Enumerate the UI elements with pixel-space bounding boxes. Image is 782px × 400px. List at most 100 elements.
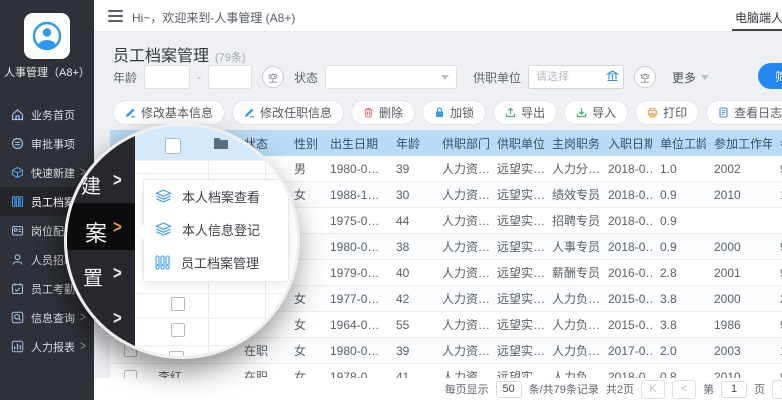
age-empty-button[interactable]: 空 (262, 66, 284, 88)
home-icon (11, 108, 24, 121)
cell-department: 人力资… (434, 290, 489, 307)
per-page-input[interactable]: 50 (496, 381, 522, 398)
magnified-gridline (135, 173, 300, 174)
submenu-item-label: 本人信息登记 (182, 220, 260, 239)
app-logo[interactable] (24, 13, 70, 59)
cell-unit: 远望实… (489, 212, 544, 229)
cell-department: 人力资… (434, 186, 489, 203)
magnified-row-checkbox[interactable] (171, 323, 185, 337)
cell-hire-date: 2018-0… (600, 188, 652, 202)
submenu-item-view-own-archive[interactable]: 本人档案查看 (144, 180, 288, 213)
edit-basic-info-button[interactable]: 修改基本信息 (113, 100, 225, 125)
cell-job: 人力负… (544, 290, 600, 307)
app-window: 人事管理（A8+） 业务首页 审批事项 快速新建 > 员工档案 岗位配置 (0, 0, 782, 400)
edit-job-info-button[interactable]: 修改任职信息 (232, 100, 344, 125)
magnified-gridline (135, 345, 300, 346)
col-job[interactable]: 主岗职务 (544, 135, 600, 152)
cell-age: 39 (388, 344, 434, 358)
building-icon[interactable] (606, 70, 619, 86)
filter-submit-button[interactable]: 筛选 (758, 63, 782, 89)
page-number-input[interactable]: 1 (721, 381, 747, 398)
cell-work-extra: 9 (772, 318, 782, 332)
magnified-gridline (135, 160, 300, 161)
submenu-item-self-info-register[interactable]: 本人信息登记 (144, 213, 288, 246)
export-icon (505, 107, 516, 118)
cell-department: 人力资… (434, 316, 489, 333)
range-dash: - (197, 70, 201, 84)
cell-job: 薪酬专员 (544, 264, 600, 281)
col-age[interactable]: 年龄 (388, 135, 434, 152)
col-birth-date[interactable]: 出生日期 (322, 135, 388, 152)
cell-unit: 远望实… (489, 264, 544, 281)
submenu-item-employee-archive-mgmt[interactable]: 员工档案管理 (144, 246, 288, 279)
button-label: 修改基本信息 (141, 104, 213, 121)
cell-age: 44 (388, 214, 434, 228)
cell-hire-date: 2015-0… (600, 318, 652, 332)
cell-hire-date: 2018-0… (600, 162, 652, 176)
cell-birth-date: 1988-1… (322, 188, 388, 202)
submenu-item-label: 员工档案管理 (181, 253, 259, 272)
first-page-button[interactable]: K (641, 380, 665, 399)
more-filters-button[interactable]: 更多 (672, 69, 709, 86)
cell-job: 招聘专员 (544, 212, 600, 229)
sidebar-item-business-home[interactable]: 业务首页 (0, 100, 94, 129)
cell-tenure: 0.9 (652, 214, 706, 228)
unit-empty-button[interactable]: 空 (634, 66, 656, 88)
unit-label: 供职单位 (473, 69, 521, 86)
col-unit[interactable]: 供职单位 (489, 135, 544, 152)
sidebar-item-label: 业务首页 (31, 107, 75, 123)
edit-icon (125, 107, 136, 118)
cell-tenure: 0.9 (652, 188, 706, 202)
lock-button[interactable]: 加锁 (422, 100, 486, 125)
unit-picker (528, 65, 624, 89)
cell-age: 38 (388, 240, 434, 254)
col-work-start-year[interactable]: 参加工作年度 (706, 135, 772, 152)
magnified-row-checkbox[interactable] (171, 297, 185, 311)
print-button[interactable]: 打印 (635, 100, 699, 125)
page-title: 员工档案管理 (113, 42, 209, 66)
cell-work-start-year: 2002 (706, 162, 772, 176)
page-suffix-label: 页 (754, 381, 765, 397)
tab-pc-hr[interactable]: 电脑端人事管理 (735, 9, 782, 26)
status-select[interactable] (325, 65, 457, 89)
cell-work-start-year: 2001 (706, 266, 772, 280)
more-label: 更多 (672, 69, 696, 86)
cell-tenure: 3.8 (652, 318, 706, 332)
layers-icon (155, 189, 172, 204)
age-min-input[interactable] (144, 65, 190, 89)
col-hire-date[interactable]: 入职日期 (600, 135, 652, 152)
cell-age: 30 (388, 188, 434, 202)
chevron-right-icon: > (113, 170, 122, 191)
age-max-input[interactable] (208, 65, 252, 89)
bookshelf-icon (155, 255, 171, 270)
cell-department: 人力资… (434, 160, 489, 177)
cell-hire-date: 2017-0… (600, 344, 652, 358)
chevron-right-icon: > (113, 263, 122, 284)
prev-page-button[interactable]: < (672, 380, 696, 399)
delete-button[interactable]: 删除 (351, 100, 415, 125)
cell-work-start-year: 1986 (706, 318, 772, 332)
chevron-right-icon: > (113, 308, 122, 329)
col-work-extra[interactable]: 参加工作 (772, 135, 782, 152)
page-header: 员工档案管理 (79条) (113, 42, 246, 66)
col-department[interactable]: 供职部门 (434, 135, 489, 152)
submenu-item-label: 本人档案查看 (182, 187, 260, 206)
export-button[interactable]: 导出 (493, 100, 557, 125)
magnified-row-checkbox[interactable] (169, 351, 184, 359)
next-page-button[interactable]: > (772, 380, 782, 399)
button-label: 导出 (521, 104, 545, 121)
total-records-text: 条/共79条记录 (529, 381, 599, 397)
magnified-select-all-checkbox[interactable] (165, 138, 181, 154)
col-tenure[interactable]: 单位工龄 (652, 135, 706, 152)
submenu-pointer-arrow (137, 225, 144, 239)
total-pages-text: 共2页 (606, 381, 634, 397)
cell-work-extra: 10 (772, 344, 782, 358)
hamburger-menu-icon[interactable] (108, 10, 123, 25)
cell-work-extra: 2 (772, 292, 782, 306)
cell-birth-date: 1964-0… (322, 318, 388, 332)
cell-job: 绩效专员 (544, 186, 600, 203)
import-button[interactable]: 导入 (564, 100, 628, 125)
view-log-button[interactable]: 查看日志 (706, 100, 782, 125)
cell-job: 人力负… (544, 316, 600, 333)
approval-icon (11, 137, 24, 150)
